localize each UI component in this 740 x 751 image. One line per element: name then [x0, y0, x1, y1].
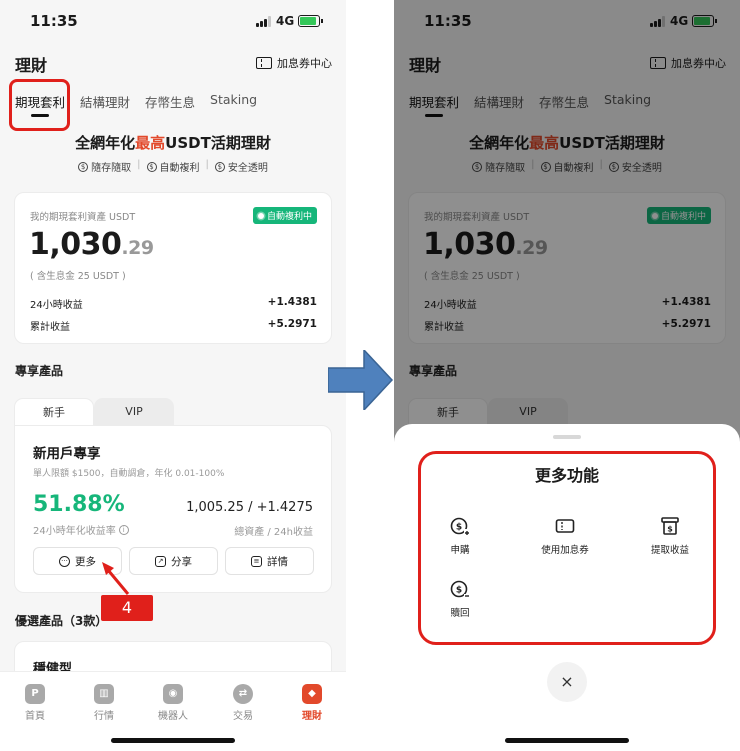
phone-screen-before: 11:35 4G 理財 加息券中心 期現套利 結構理財 存幣生息 Staking…	[0, 0, 346, 751]
close-button[interactable]: ×	[547, 662, 587, 702]
sheet-highlight-box	[418, 451, 716, 645]
transition-arrow	[328, 350, 394, 410]
home-indicator	[505, 738, 629, 743]
sheet-grabber[interactable]	[553, 435, 581, 439]
pointer-arrow	[102, 562, 130, 595]
step-badge: 4	[101, 595, 153, 621]
